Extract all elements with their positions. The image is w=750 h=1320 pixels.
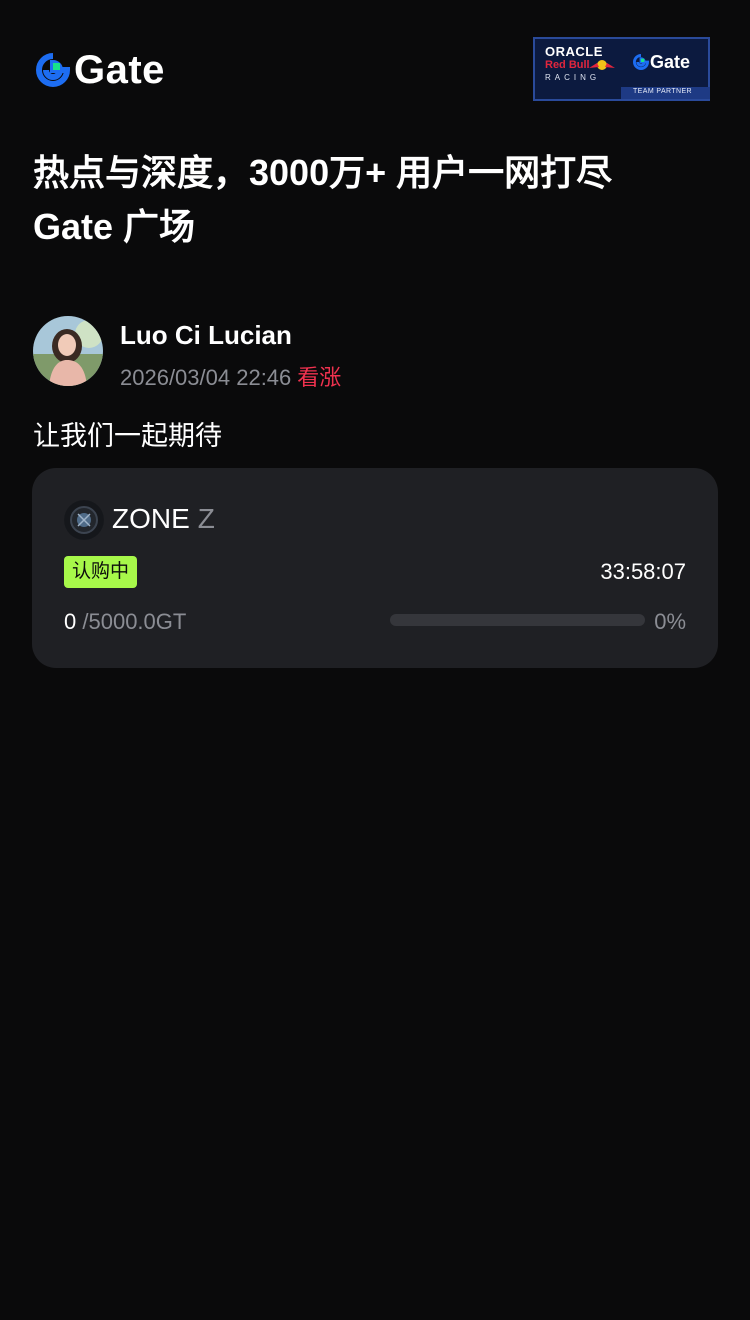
status-badge: 认购中 — [64, 556, 138, 588]
total-amount: /5000.0GT — [82, 609, 187, 634]
author-name[interactable]: Luo Ci Lucian — [120, 320, 292, 351]
progress-bar — [390, 614, 645, 626]
red-bull-text: Red Bull — [545, 59, 590, 71]
countdown-timer: 33:58:07 — [600, 559, 686, 584]
post-text: 让我们一起期待 — [33, 421, 222, 451]
subscribed-amount: 0 — [64, 609, 77, 634]
team-partner-banner[interactable]: ORACLE Red Bull RACING Gate TEAM PARTNER — [533, 37, 710, 101]
post-datetime: 2026/03/04 22:46 — [120, 365, 292, 390]
post-meta: 2026/03/04 22:46 看涨 — [120, 360, 341, 392]
red-bull-icon — [589, 60, 615, 70]
partner-gate-text: Gate — [650, 52, 691, 72]
token-icon — [64, 500, 104, 540]
gate-logo[interactable]: Gate — [36, 50, 165, 90]
team-partner-text: TEAM PARTNER — [633, 88, 692, 95]
gate-logo-icon — [36, 53, 70, 87]
token-name: ZONE Z — [112, 503, 215, 535]
launchpool-card[interactable]: ZONE Z 认购中 33:58:07 0 /5000.0GT 0% — [32, 468, 718, 668]
avatar-image — [33, 316, 103, 386]
gate-mini-icon — [633, 54, 649, 70]
header: Gate ORACLE Red Bull RACING Gate TEAM PA… — [0, 0, 750, 130]
token-ticker: Z — [197, 503, 215, 534]
racing-text: RACING — [545, 73, 601, 82]
progress-percent: 0% — [654, 609, 686, 634]
sentiment-tag: 看涨 — [297, 365, 342, 390]
subscription-amount: 0 /5000.0GT — [64, 609, 186, 635]
partner-gate-logo: Gate — [633, 53, 690, 71]
headline-line-2: Gate 广场 — [33, 206, 196, 247]
oracle-text: ORACLE — [545, 44, 603, 59]
headline-line-1: 热点与深度，3000万+ 用户一网打尽 — [33, 152, 613, 193]
avatar[interactable] — [33, 316, 103, 386]
post-author[interactable]: Luo Ci Lucian 2026/03/04 22:46 看涨 — [33, 316, 723, 390]
logo-text: Gate — [74, 48, 165, 92]
page-headline: 热点与深度，3000万+ 用户一网打尽 Gate 广场 — [33, 146, 723, 254]
token-name-text: ZONE — [112, 503, 190, 534]
